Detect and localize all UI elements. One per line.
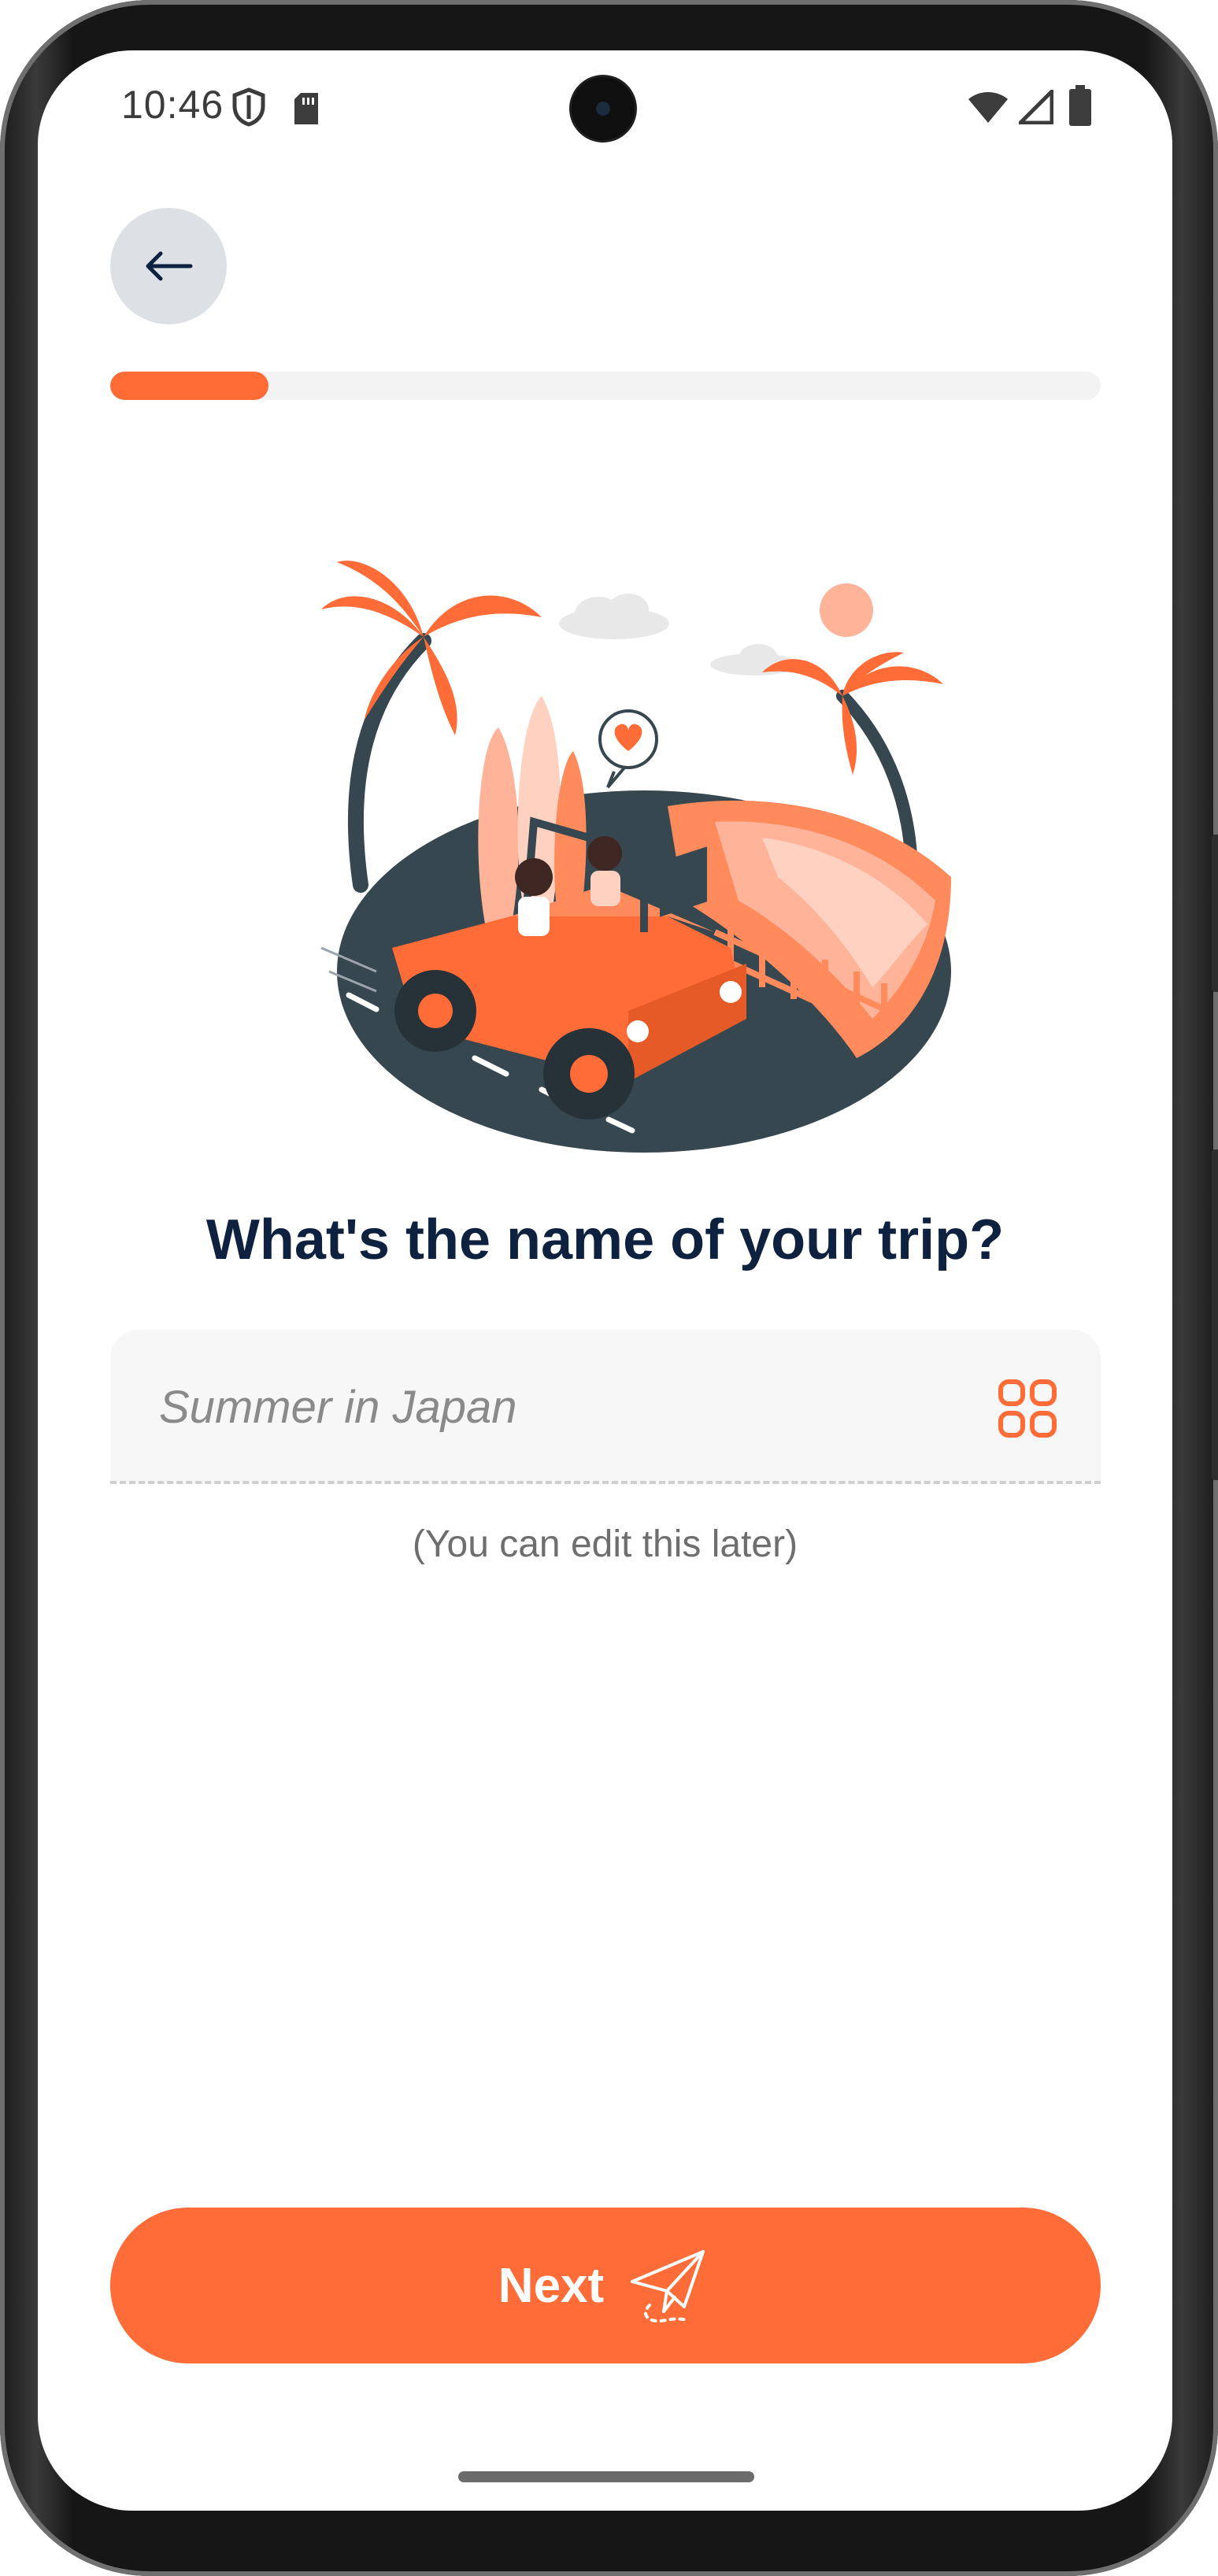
shield-icon: [232, 87, 265, 127]
status-bar: 10:46: [38, 50, 1172, 168]
front-camera: [572, 77, 635, 140]
paper-plane-icon: [631, 2250, 705, 2322]
road-trip-jeep-illustration: [320, 561, 951, 1153]
home-indicator[interactable]: [458, 2471, 754, 2482]
battery-icon: [1069, 85, 1091, 126]
grid-icon[interactable]: [998, 1379, 1057, 1438]
power-button: [1212, 835, 1218, 992]
wifi-icon: [968, 92, 1008, 123]
status-time: 10:46: [121, 83, 224, 127]
trip-name-field[interactable]: [110, 1330, 1101, 1484]
trip-name-input[interactable]: [159, 1375, 970, 1438]
edit-later-hint: (You can edit this later): [412, 1523, 798, 1565]
progress-fill: [110, 372, 269, 400]
arrow-left-icon: [146, 251, 193, 281]
app-screen: 10:46 What's the name of your trip? Summ…: [38, 50, 1172, 2511]
next-label: Next: [498, 2258, 605, 2313]
progress-bar: [110, 372, 1101, 400]
back-button[interactable]: [110, 208, 227, 324]
volume-button: [1212, 1149, 1218, 1480]
phone-frame: 10:46 What's the name of your trip? Summ…: [0, 0, 1218, 2576]
next-button[interactable]: Next: [110, 2208, 1101, 2363]
signal-icon: [1019, 90, 1053, 124]
sd-card-icon: [294, 93, 318, 124]
page-title: What's the name of your trip?: [205, 1208, 1005, 1271]
